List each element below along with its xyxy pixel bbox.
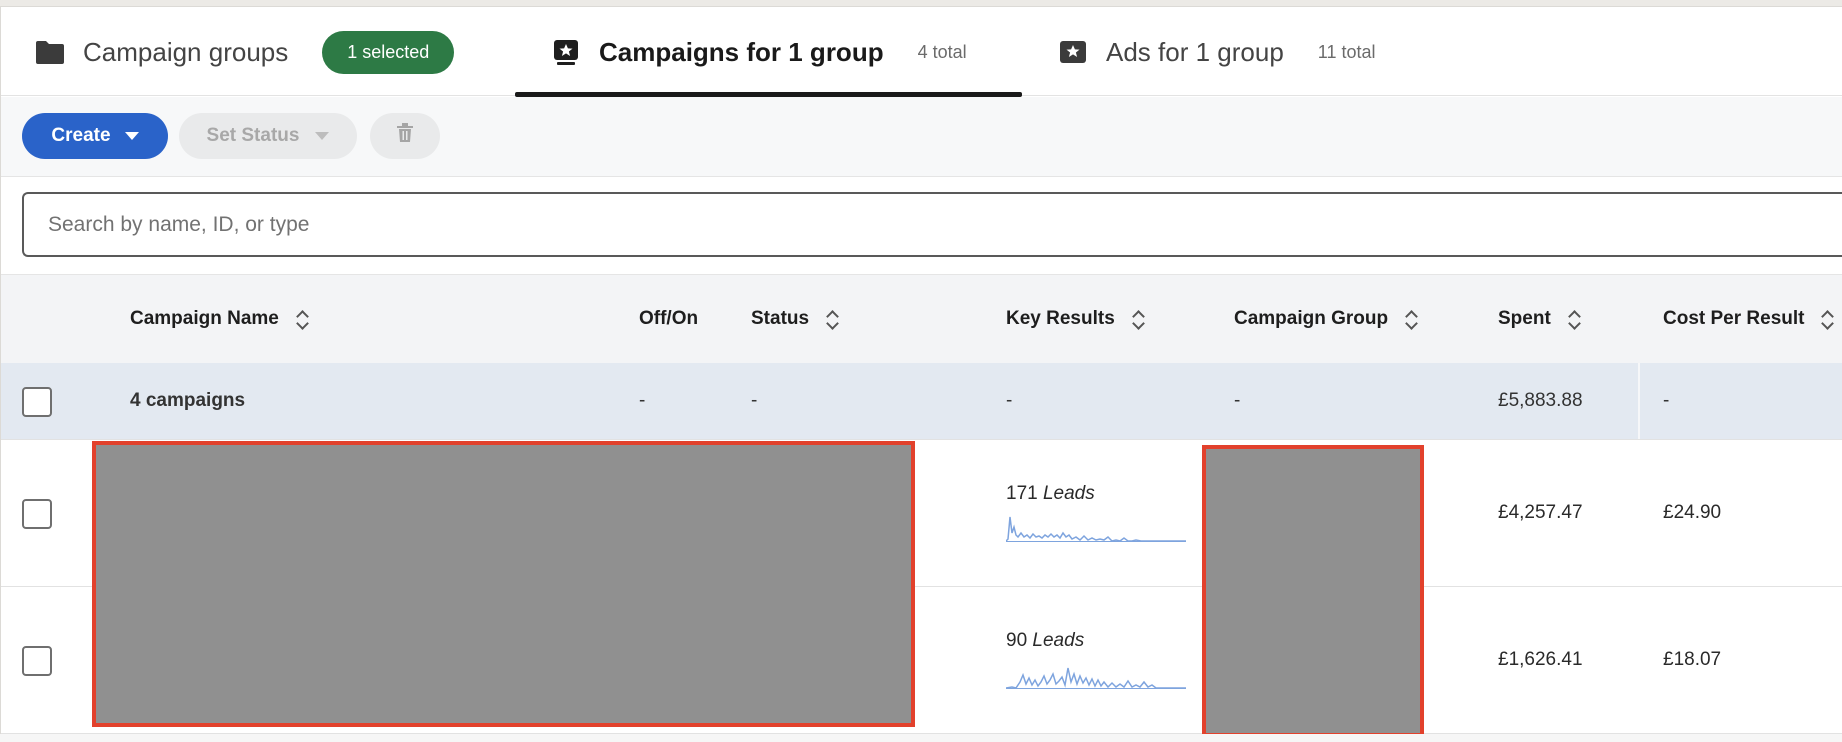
search-bar — [1, 177, 1842, 275]
column-header-campaign-group[interactable]: Campaign Group — [1234, 275, 1418, 363]
tab-campaign-groups-label: Campaign groups — [83, 36, 289, 67]
column-divider — [1638, 363, 1640, 439]
row-checkbox[interactable] — [22, 499, 52, 529]
tab-campaign-groups[interactable]: Campaign groups 1 selected — [35, 8, 455, 96]
column-header-label: Status — [751, 308, 810, 329]
sort-icon — [1131, 309, 1145, 329]
folder-icon — [35, 37, 65, 67]
tab-campaigns-count: 4 total — [917, 41, 967, 62]
column-header-label: Off/On — [639, 308, 699, 329]
column-header-label: Campaign Name — [130, 308, 279, 329]
key-results-unit: Leads — [1032, 630, 1085, 651]
tab-campaigns[interactable]: Campaigns for 1 group 4 total — [515, 8, 1022, 97]
summary-cost-per-result: - — [1663, 390, 1670, 411]
spent-cell: £4,257.47 — [1498, 502, 1583, 523]
column-header-status[interactable]: Status — [751, 275, 839, 363]
key-results-sparkline — [1006, 667, 1186, 689]
caret-down-icon — [315, 132, 330, 140]
ad-star-icon — [1058, 37, 1088, 67]
sort-icon — [1404, 309, 1418, 329]
redacted-campaign-groups — [1202, 445, 1424, 737]
redacted-campaign-names — [92, 441, 915, 727]
sort-icon — [825, 309, 839, 329]
summary-campaign-count: 4 campaigns — [130, 390, 246, 411]
spent-cell: £1,626.41 — [1498, 649, 1583, 670]
table-header: Campaign Name Off/On Status Key Results … — [1, 275, 1842, 363]
window-top-edge — [0, 0, 1842, 7]
sort-icon — [1567, 309, 1581, 329]
sort-icon — [295, 309, 309, 329]
column-header-label: Cost Per Result — [1663, 308, 1805, 329]
cost-per-result-cell: £18.07 — [1663, 649, 1722, 670]
table-bottom-edge — [0, 734, 1842, 742]
search-input[interactable] — [22, 192, 1842, 257]
tab-bar: Campaign groups 1 selected Campaigns for… — [1, 8, 1842, 97]
summary-offon: - — [639, 390, 646, 411]
tab-campaigns-label: Campaigns for 1 group — [599, 36, 884, 67]
tab-ads[interactable]: Ads for 1 group 11 total — [1058, 8, 1376, 96]
key-results-cell: 171 Leads — [1006, 440, 1186, 586]
summary-campaign-group: - — [1234, 390, 1241, 411]
selected-count-badge: 1 selected — [322, 30, 455, 74]
create-button-label: Create — [51, 125, 111, 146]
key-results-cell: 90 Leads — [1006, 587, 1186, 733]
create-button[interactable]: Create — [22, 113, 168, 159]
toolbar: Create Set Status — [1, 97, 1842, 177]
column-header-label: Spent — [1498, 308, 1551, 329]
column-header-label: Key Results — [1006, 308, 1115, 329]
sort-icon — [1820, 309, 1834, 329]
column-header-label: Campaign Group — [1234, 308, 1389, 329]
tab-ads-label: Ads for 1 group — [1106, 36, 1284, 67]
cost-per-result-cell: £24.90 — [1663, 502, 1722, 523]
select-all-checkbox[interactable] — [22, 387, 52, 417]
delete-button[interactable] — [370, 113, 440, 159]
set-status-button-label: Set Status — [206, 125, 300, 146]
tab-ads-count: 11 total — [1317, 41, 1376, 62]
row-checkbox[interactable] — [22, 646, 52, 676]
column-header-key-results[interactable]: Key Results — [1006, 275, 1145, 363]
key-results-sparkline — [1006, 516, 1186, 542]
column-header-spent[interactable]: Spent — [1498, 275, 1581, 363]
summary-row: 4 campaigns - - - - £5,883.88 - — [1, 363, 1842, 440]
column-header-campaign-name[interactable]: Campaign Name — [130, 275, 309, 363]
summary-key-results: - — [1006, 390, 1013, 411]
key-results-text: 171 Leads — [1006, 483, 1095, 505]
set-status-button[interactable]: Set Status — [179, 113, 357, 159]
caret-down-icon — [124, 132, 139, 140]
key-results-value: 171 — [1006, 483, 1038, 504]
column-header-cost-per-result[interactable]: Cost Per Result — [1663, 275, 1834, 363]
key-results-text: 90 Leads — [1006, 630, 1084, 652]
key-results-unit: Leads — [1042, 483, 1095, 504]
column-header-offon: Off/On — [639, 275, 698, 363]
campaign-star-icon — [551, 37, 581, 67]
summary-status: - — [751, 390, 758, 411]
summary-spent: £5,883.88 — [1498, 390, 1583, 411]
key-results-value: 90 — [1006, 630, 1028, 651]
trash-icon — [396, 123, 414, 149]
